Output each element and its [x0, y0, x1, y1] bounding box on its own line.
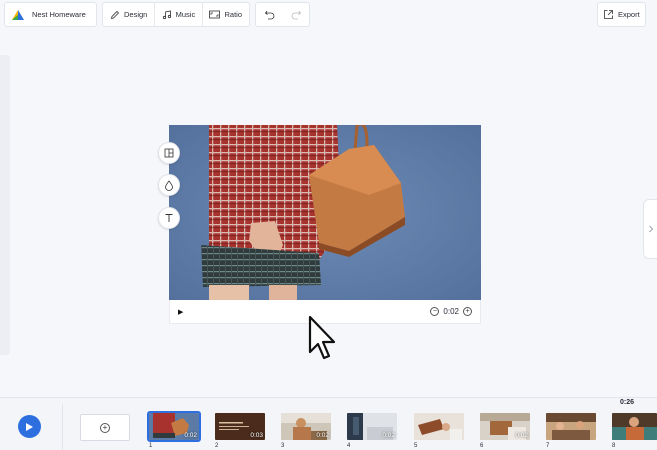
ratio-icon: [209, 10, 221, 19]
clip-number: 5: [414, 443, 418, 449]
text-button[interactable]: [158, 207, 180, 229]
total-duration: 0:26: [620, 399, 635, 406]
ratio-button[interactable]: Ratio: [202, 3, 249, 26]
clip-duration: 0:03: [250, 432, 263, 439]
drop-icon: [165, 179, 173, 191]
clip-duration: 0:02: [316, 432, 329, 439]
ratio-label: Ratio: [224, 10, 242, 19]
music-label: Music: [175, 10, 196, 19]
add-scene-button[interactable]: +: [80, 414, 130, 441]
cursor-icon: [308, 315, 336, 360]
clip-number: 4: [347, 443, 351, 449]
undo-button[interactable]: [256, 3, 283, 26]
timeline-clip[interactable]: 0:02: [147, 411, 201, 442]
project-group: Nest Homeware: [4, 2, 97, 27]
redo-button[interactable]: [283, 3, 310, 26]
zoom-in-icon[interactable]: +: [463, 307, 472, 316]
clip-number: 8: [612, 443, 616, 449]
timeline: + 0:26 0:02 1 0:03 2 0:02 3 0:02 4 5 0:0…: [0, 397, 657, 450]
clip-duration: 0:02: [515, 432, 528, 439]
timeline-clip[interactable]: [612, 413, 657, 440]
layout-button[interactable]: [158, 142, 180, 164]
play-all-button[interactable]: [18, 415, 41, 438]
play-icon: [26, 422, 33, 431]
scene-duration: 0:02: [443, 307, 459, 316]
export-inner: Export: [598, 3, 645, 26]
logo-icon: [12, 9, 24, 20]
clip-thumbnail: [612, 413, 657, 440]
preview-image: [169, 125, 481, 300]
chevron-right-icon: [648, 225, 653, 233]
design-label: Design: [124, 10, 148, 19]
zoom-out-icon[interactable]: −: [430, 307, 440, 316]
left-panel-edge: [0, 55, 10, 355]
clip-number: 2: [215, 443, 219, 449]
play-icon[interactable]: ▶: [178, 308, 183, 316]
timeline-clip[interactable]: 0:02: [347, 413, 397, 440]
zoom-control: − 0:02 +: [430, 307, 472, 316]
text-icon: [165, 214, 173, 222]
undo-icon: [264, 10, 275, 20]
clip-number: 3: [281, 443, 285, 449]
top-toolbar: Nest Homeware Design Music Ratio Export: [0, 0, 657, 30]
clip-number: 1: [149, 443, 153, 449]
right-panel-toggle[interactable]: [643, 199, 657, 259]
divider: [62, 404, 63, 450]
pencil-icon: [110, 10, 120, 19]
clip-duration: 0:02: [382, 432, 395, 439]
video-preview[interactable]: [169, 125, 481, 300]
timeline-clip[interactable]: 0:02: [281, 413, 331, 440]
tools-group: Design Music Ratio: [102, 2, 250, 27]
timeline-clip[interactable]: [414, 413, 464, 440]
export-button[interactable]: Export: [597, 2, 646, 27]
timeline-clip[interactable]: 0:02: [480, 413, 530, 440]
history-group: [255, 2, 310, 27]
project-name[interactable]: Nest Homeware: [32, 10, 86, 19]
design-button[interactable]: Design: [103, 3, 154, 26]
export-label: Export: [618, 10, 640, 19]
timeline-clip[interactable]: 0:03: [215, 413, 265, 440]
clip-number: 7: [546, 443, 550, 449]
clip-thumbnail: [414, 413, 464, 440]
clip-duration: 0:02: [184, 432, 197, 439]
clip-thumbnail: [546, 413, 596, 440]
redo-icon: [291, 10, 302, 20]
export-icon: [604, 10, 613, 19]
color-button[interactable]: [158, 174, 180, 196]
music-icon: [162, 10, 171, 19]
music-button[interactable]: Music: [155, 3, 203, 26]
add-icon: +: [100, 422, 110, 433]
timeline-clip[interactable]: [546, 413, 596, 440]
layout-icon: [164, 148, 174, 158]
clip-number: 6: [480, 443, 484, 449]
